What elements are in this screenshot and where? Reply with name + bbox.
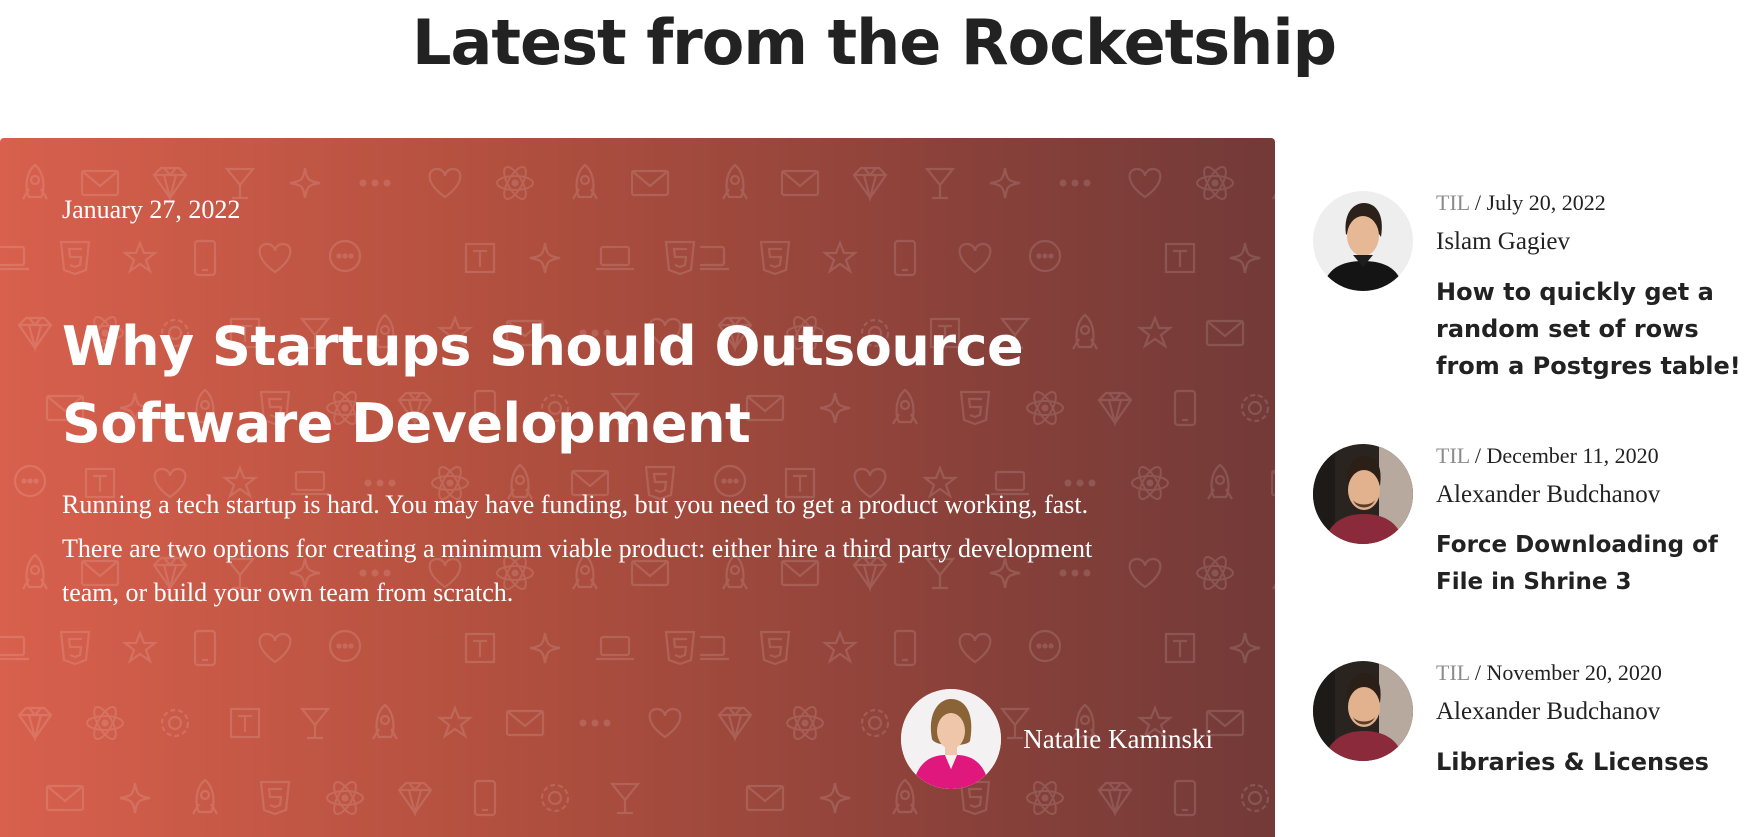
post-title[interactable]: Force Downloading of File in Shrine 3 bbox=[1436, 527, 1748, 601]
featured-post-author-name[interactable]: Natalie Kaminski bbox=[1023, 724, 1213, 755]
avatar bbox=[1313, 444, 1413, 544]
post-category[interactable]: TIL bbox=[1436, 660, 1469, 685]
avatar bbox=[1313, 191, 1413, 291]
post-meta: TIL / December 11, 2020 bbox=[1436, 441, 1659, 471]
meta-separator: / bbox=[1469, 443, 1487, 468]
meta-separator: / bbox=[1469, 190, 1487, 215]
featured-post-author[interactable]: Natalie Kaminski bbox=[901, 689, 1213, 789]
post-author[interactable]: Alexander Budchanov bbox=[1436, 696, 1660, 728]
featured-post-card[interactable]: January 27, 2022 Why Startups Should Out… bbox=[0, 138, 1275, 837]
avatar bbox=[901, 689, 1002, 789]
featured-post-date: January 27, 2022 bbox=[62, 195, 241, 224]
post-author[interactable]: Alexander Budchanov bbox=[1436, 479, 1660, 511]
post-date: November 20, 2020 bbox=[1486, 660, 1662, 685]
meta-separator: / bbox=[1469, 660, 1487, 685]
avatar bbox=[1313, 661, 1413, 761]
featured-post-excerpt: Running a tech startup is hard. You may … bbox=[62, 490, 1093, 607]
post-meta: TIL / July 20, 2022 bbox=[1436, 188, 1606, 218]
featured-post-title[interactable]: Why Startups Should Outsource Software D… bbox=[62, 308, 1242, 462]
post-title[interactable]: How to quickly get a random set of rows … bbox=[1436, 274, 1748, 385]
post-meta: TIL / November 20, 2020 bbox=[1436, 658, 1662, 688]
post-author[interactable]: Islam Gagiev bbox=[1436, 226, 1570, 258]
post-category[interactable]: TIL bbox=[1436, 190, 1469, 215]
post-category[interactable]: TIL bbox=[1436, 443, 1469, 468]
post-date: December 11, 2020 bbox=[1486, 443, 1659, 468]
post-title[interactable]: Libraries & Licenses bbox=[1436, 744, 1748, 781]
section-title: Latest from the Rocketship bbox=[412, 6, 1337, 79]
post-date: July 20, 2022 bbox=[1486, 190, 1606, 215]
